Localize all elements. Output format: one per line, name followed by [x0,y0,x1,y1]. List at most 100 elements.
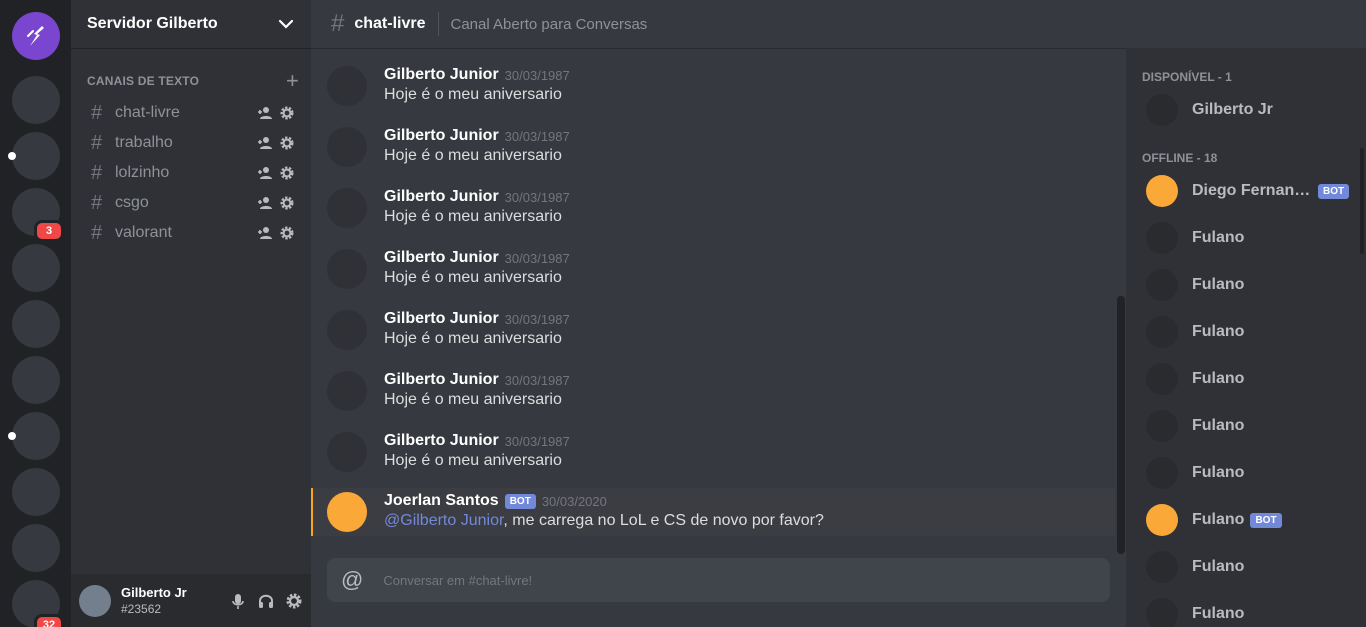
member-name: Fulano [1192,511,1245,528]
invite-icon[interactable] [257,135,273,151]
avatar[interactable] [327,66,367,106]
gear-icon[interactable] [279,135,295,151]
message-author[interactable]: Joerlan Santos [384,492,499,510]
chat-header: # chat-livre Canal Aberto para Conversas [311,0,1366,48]
avatar [1146,504,1178,536]
message[interactable]: Gilberto Junior 30/03/1987 Hoje é o meu a… [311,367,1115,423]
message-author[interactable]: Gilberto Junior [384,188,499,206]
avatar[interactable] [327,371,367,411]
server-button[interactable] [12,468,60,516]
message[interactable]: Gilberto Junior 30/03/1987 Hoje é o meu a… [311,62,1115,118]
member-name: Fulano [1192,323,1245,340]
hash-icon: # [91,221,103,244]
message-author[interactable]: Gilberto Junior [384,432,499,450]
gear-icon[interactable] [279,165,295,181]
message-text: @Gilberto Junior, me carrega no LoL e CS… [384,510,1115,532]
message[interactable]: Gilberto Junior 30/03/1987 Hoje é o meu a… [311,428,1115,484]
member-item[interactable]: Fulano [1146,265,1244,305]
member-scrollbar[interactable] [1360,148,1364,254]
avatar[interactable] [327,188,367,228]
gear-icon[interactable] [279,225,295,241]
add-channel-icon[interactable]: + [286,70,299,92]
user-mention[interactable]: @Gilberto Junior [384,512,503,529]
unread-indicator [8,152,16,160]
server-button[interactable] [12,244,60,292]
avatar [1146,175,1178,207]
message-timestamp: 30/03/1987 [504,372,570,388]
avatar[interactable] [327,432,367,472]
server-list: 3 32 [0,0,71,627]
message-text: Hoje é o meu aniversario [384,330,562,347]
avatar[interactable] [327,127,367,167]
member-item[interactable]: Fulano [1146,406,1244,446]
avatar[interactable] [327,249,367,289]
gear-icon[interactable] [279,195,295,211]
channel-item[interactable]: # trabalho [79,128,303,158]
server-button[interactable] [8,132,60,180]
server-header[interactable]: Servidor Gilberto [71,0,311,48]
server-button[interactable]: 32 [12,580,64,627]
member-item[interactable]: Diego Fernandes BOT [1146,171,1350,211]
hash-icon: # [91,161,103,184]
at-icon[interactable]: @ [341,567,363,593]
member-item[interactable]: Fulano [1146,312,1244,352]
server-button[interactable]: 3 [12,188,64,242]
home-server-button[interactable] [12,12,60,60]
microphone-icon[interactable] [229,592,247,610]
message[interactable]: Gilberto Junior 30/03/1987 Hoje é o meu a… [311,306,1115,362]
gear-icon[interactable] [279,105,295,121]
member-item[interactable]: Fulano [1146,547,1244,587]
member-item[interactable]: Fulano BOT [1146,500,1282,540]
member-item[interactable]: Fulano [1146,359,1244,399]
message-author[interactable]: Gilberto Junior [384,249,499,267]
hash-icon: # [91,101,103,124]
mention-message[interactable]: Joerlan Santos BOT 30/03/2020 @Gilberto … [311,488,1115,536]
server-button[interactable] [8,412,60,460]
headphones-icon[interactable] [257,592,275,610]
avatar[interactable] [327,310,367,350]
channel-category[interactable]: CANAIS DE TEXTO + [87,70,299,92]
message-author[interactable]: Gilberto Junior [384,310,499,328]
member-item[interactable]: Fulano [1146,218,1244,258]
message-author[interactable]: Gilberto Junior [384,127,499,145]
member-item[interactable]: Fulano [1146,453,1244,493]
member-list: DISPONÍVEL - 1 Gilberto Jr OFFLINE - 18 … [1126,48,1366,627]
bot-badge: BOT [1318,183,1350,199]
message-text: Hoje é o meu aniversario [384,269,562,286]
channel-item[interactable]: # csgo [79,188,303,218]
invite-icon[interactable] [257,105,273,121]
channel-title: chat-livre [354,15,426,32]
message-text: Hoje é o meu aniversario [384,452,562,469]
message-composer: @ [327,558,1110,602]
message-author[interactable]: Gilberto Junior [384,66,499,84]
server-button[interactable] [12,76,60,124]
message-author[interactable]: Gilberto Junior [384,371,499,389]
avatar[interactable] [79,584,111,617]
channel-list: # chat-livre # trabalho # lolzinho # csg… [79,98,303,248]
member-item[interactable]: Fulano [1146,594,1244,627]
message[interactable]: Gilberto Junior 30/03/1987 Hoje é o meu a… [311,123,1115,179]
invite-icon[interactable] [257,165,273,181]
message[interactable]: Gilberto Junior 30/03/1987 Hoje é o meu a… [311,184,1115,240]
avatar [1146,269,1178,301]
invite-icon[interactable] [257,225,273,241]
message-input[interactable] [383,572,1110,588]
channel-item[interactable]: # valorant [79,218,303,248]
channel-item[interactable]: # chat-livre [79,98,303,128]
hash-icon: # [331,10,345,37]
server-button[interactable] [12,356,60,404]
member-name: Fulano [1192,276,1245,293]
user-info[interactable]: Gilberto Jr #23562 [121,585,229,616]
gear-icon[interactable] [285,592,303,610]
avatar [1146,316,1178,348]
server-button[interactable] [12,300,60,348]
message-scrollbar[interactable] [1117,296,1125,554]
server-button[interactable] [12,524,60,572]
member-item[interactable]: Gilberto Jr [1146,90,1273,130]
invite-icon[interactable] [257,195,273,211]
channel-item[interactable]: # lolzinho [79,158,303,188]
message[interactable]: Gilberto Junior 30/03/1987 Hoje é o meu a… [311,245,1115,301]
member-name: Fulano [1192,417,1245,434]
avatar [1146,363,1178,395]
avatar[interactable] [327,492,367,532]
